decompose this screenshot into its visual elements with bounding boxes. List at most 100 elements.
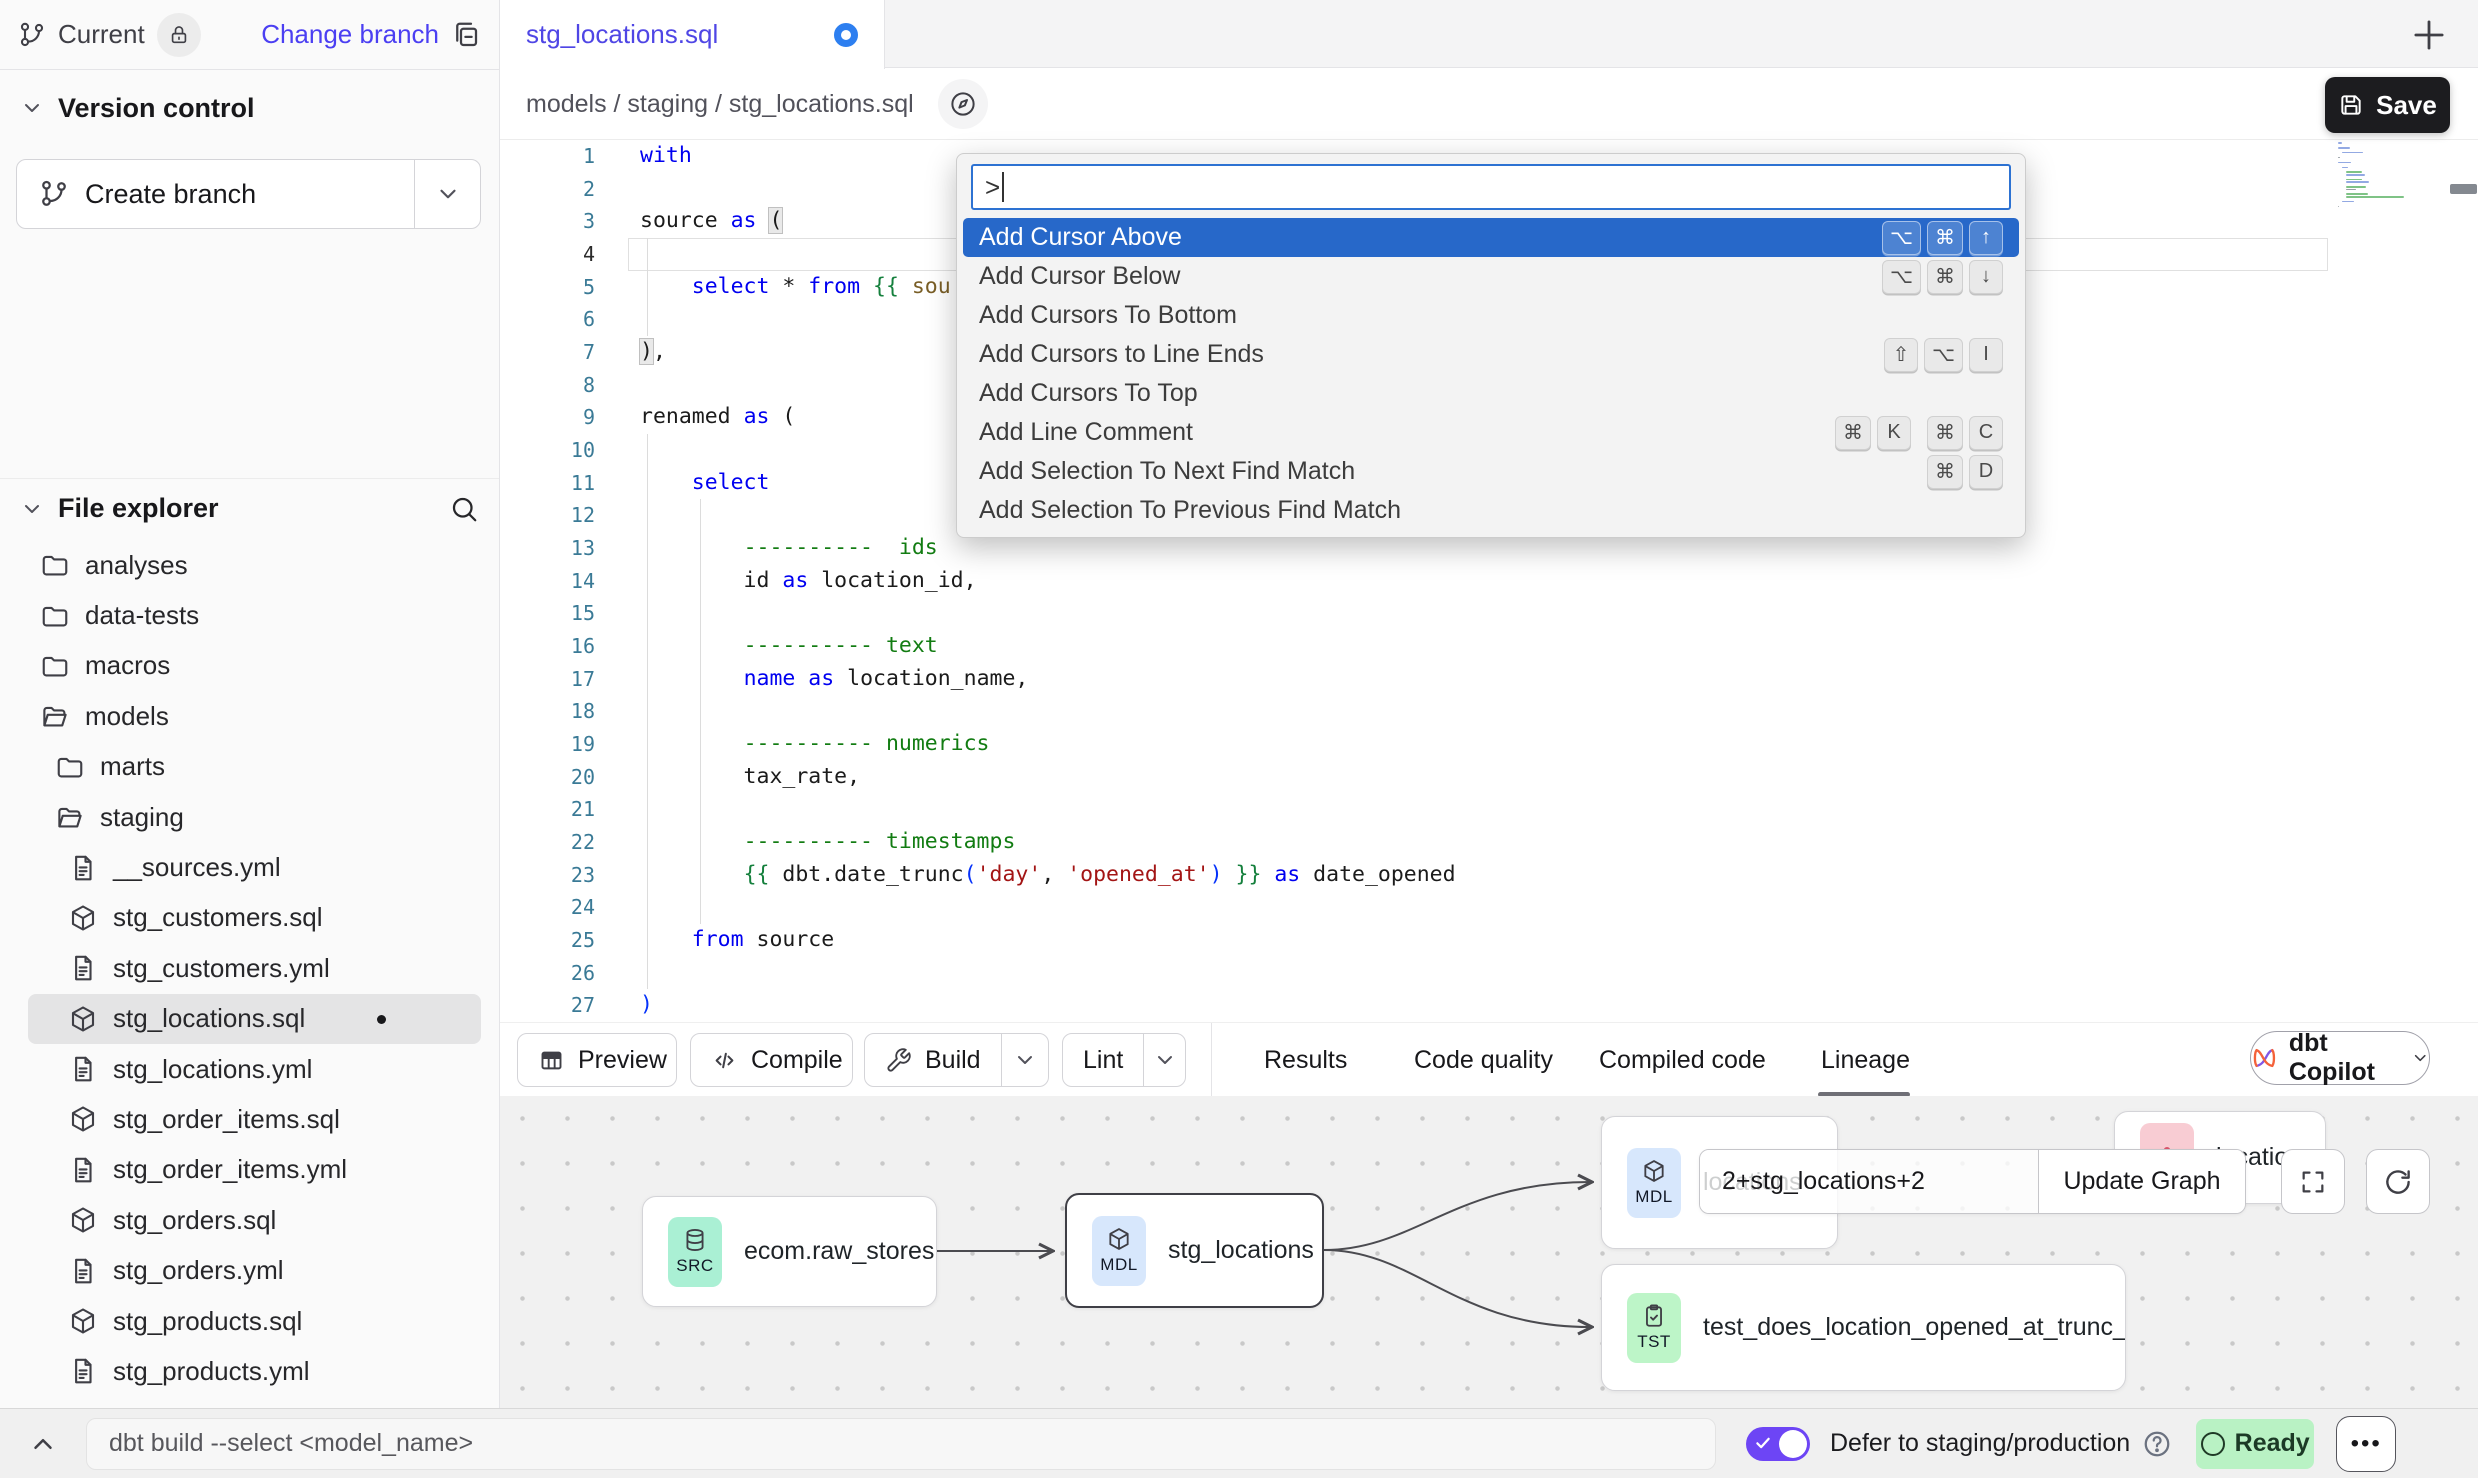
text-caret <box>1002 172 1004 202</box>
version-control-title: Version control <box>58 93 255 124</box>
file-item-stg-orders-sql[interactable]: stg_orders.sql <box>0 1195 499 1245</box>
lint-button[interactable]: Lint <box>1062 1033 1186 1087</box>
status-badge: Ready <box>2196 1419 2314 1469</box>
command-item-add-cursors-to-line-ends[interactable]: Add Cursors to Line Ends⇧⌥I <box>963 335 2019 374</box>
command-palette-input[interactable]: > <box>971 164 2011 210</box>
minimap[interactable] <box>2338 142 2428 222</box>
line-source: ), <box>640 336 666 369</box>
fullscreen-button[interactable] <box>2281 1149 2345 1214</box>
line-number: 9 <box>500 401 595 434</box>
command-item-add-selection-to-previous-find-match[interactable]: Add Selection To Previous Find Match <box>963 491 2019 530</box>
file-item-analyses[interactable]: analyses <box>0 540 499 590</box>
file-item-label: stg_products.yml <box>113 1356 310 1387</box>
file-item-stg-products-yml[interactable]: stg_products.yml <box>0 1346 499 1396</box>
dbt-command-text: dbt build --select <model_name> <box>109 1429 473 1458</box>
file-item-stg-order-items-sql[interactable]: stg_order_items.sql <box>0 1094 499 1144</box>
minimap-slider[interactable] <box>2450 184 2477 194</box>
graph-controls: 2+stg_locations+2 Update Graph <box>1699 1149 2246 1214</box>
code-line-15: 15 <box>500 597 2478 630</box>
file-explorer-header[interactable]: File explorer <box>0 478 499 538</box>
defer-toggle[interactable] <box>1746 1427 1810 1461</box>
preview-button[interactable]: Preview <box>517 1033 677 1087</box>
lineage-node-mdl-stg-locations[interactable]: MDLstg_locations <box>1065 1193 1324 1308</box>
node-badge-label: SRC <box>676 1256 713 1276</box>
line-source: select <box>640 467 769 500</box>
folder-open-icon <box>55 802 85 832</box>
tab-code-quality[interactable]: Code quality <box>1414 1023 1553 1097</box>
lineage-node-src-ecom-raw-stores[interactable]: SRCecom.raw_stores <box>642 1196 937 1307</box>
file-item-staging[interactable]: staging <box>0 792 499 842</box>
file-tree: analysesdata-testsmacros models martsstagi… <box>0 540 499 1397</box>
cube-icon <box>1106 1226 1132 1252</box>
command-item-add-cursors-to-top[interactable]: Add Cursors To Top <box>963 374 2019 413</box>
dbt-copilot-button[interactable]: dbt Copilot <box>2250 1031 2430 1085</box>
lint-dropdown[interactable] <box>1143 1034 1185 1086</box>
cube-icon <box>68 903 98 933</box>
file-item-marts[interactable]: marts <box>0 742 499 792</box>
node-badge: SRC <box>668 1217 722 1287</box>
command-item-add-cursor-above[interactable]: Add Cursor Above⌥⌘↑ <box>963 218 2019 257</box>
command-item-add-line-comment[interactable]: Add Line Comment⌘K⌘C <box>963 413 2019 452</box>
file-item-data-tests[interactable]: data-tests <box>0 590 499 640</box>
command-item-add-selection-to-next-find-match[interactable]: Add Selection To Next Find Match⌘D <box>963 452 2019 491</box>
file-item-stg-orders-yml[interactable]: stg_orders.yml <box>0 1245 499 1295</box>
compile-button[interactable]: Compile <box>690 1033 853 1087</box>
build-button[interactable]: Build <box>864 1033 1049 1087</box>
floppy-icon <box>2338 92 2364 118</box>
tab-stg-locations-sql[interactable]: stg_locations.sql <box>500 0 885 69</box>
file-item-stg-customers-sql[interactable]: stg_customers.sql <box>0 893 499 943</box>
line-number: 18 <box>500 695 595 728</box>
line-source: ---------- timestamps <box>640 826 1015 859</box>
line-source: ---------- ids <box>640 532 938 565</box>
file-item-stg-locations-yml[interactable]: stg_locations.yml <box>0 1044 499 1094</box>
branch-lock-badge <box>157 13 201 57</box>
graph-selector-input[interactable]: 2+stg_locations+2 <box>1700 1150 2038 1213</box>
line-source: ---------- text <box>640 630 938 663</box>
node-label: test_does_location_opened_at_trunc_t... <box>1703 1313 2125 1342</box>
doc-icon <box>68 953 98 983</box>
navigate-button[interactable] <box>938 79 988 129</box>
line-number: 11 <box>500 467 595 500</box>
line-number: 8 <box>500 369 595 402</box>
search-icon[interactable] <box>449 494 479 524</box>
build-dropdown[interactable] <box>1001 1034 1048 1086</box>
line-number: 24 <box>500 891 595 924</box>
tab-compiled-code[interactable]: Compiled code <box>1599 1023 1766 1097</box>
file-item-models[interactable]: models <box>0 691 499 741</box>
chevron-up-icon[interactable] <box>28 1429 58 1459</box>
command-item-add-cursor-below[interactable]: Add Cursor Below⌥⌘↓ <box>963 257 2019 296</box>
dbt-command-input[interactable]: dbt build --select <model_name> <box>86 1418 1716 1470</box>
file-item-stg-products-sql[interactable]: stg_products.sql <box>0 1296 499 1346</box>
tab-lineage[interactable]: Lineage <box>1821 1023 1910 1097</box>
help-icon[interactable] <box>2142 1429 2172 1459</box>
file-item-stg-order-items-yml[interactable]: stg_order_items.yml <box>0 1145 499 1195</box>
file-item-stg-customers-yml[interactable]: stg_customers.yml <box>0 943 499 993</box>
lineage-node-tst-test-does-location-opened-at-t[interactable]: TSTtest_does_location_opened_at_trunc_t.… <box>1601 1264 2126 1391</box>
doc-icon <box>68 1256 98 1286</box>
tab-title: stg_locations.sql <box>526 19 718 50</box>
create-branch-button[interactable]: Create branch <box>16 159 481 229</box>
breadcrumb-row: models / staging / stg_locations.sql <box>500 69 2478 140</box>
refresh-icon <box>2383 1167 2413 1197</box>
tab-results[interactable]: Results <box>1264 1023 1347 1097</box>
command-item-add-cursors-to-bottom[interactable]: Add Cursors To Bottom <box>963 296 2019 335</box>
code-line-24: 24 <box>500 891 2478 924</box>
version-control-header[interactable]: Version control <box>0 78 499 138</box>
save-button[interactable]: Save <box>2325 77 2450 133</box>
file-item-macros[interactable]: macros <box>0 641 499 691</box>
change-branch-link[interactable]: Change branch <box>261 19 439 50</box>
refresh-button[interactable] <box>2366 1149 2430 1214</box>
create-branch-dropdown[interactable] <box>414 160 480 228</box>
file-item-label: models <box>85 701 169 732</box>
copy-icon[interactable] <box>451 20 481 50</box>
keycap: K <box>1877 416 1911 450</box>
file-item-stg-locations-sql[interactable]: stg_locations.sql <box>28 994 481 1044</box>
update-graph-button[interactable]: Update Graph <box>2038 1150 2245 1213</box>
file-item--sources-yml[interactable]: __sources.yml <box>0 842 499 892</box>
command-item-add-selection-to-all-find-matches[interactable]: Add Selection To All Find Matches <box>963 530 2019 538</box>
save-label: Save <box>2376 90 2437 121</box>
ready-label: Ready <box>2235 1429 2310 1458</box>
new-tab-button[interactable] <box>2408 14 2450 56</box>
more-options-button[interactable]: ••• <box>2336 1416 2396 1472</box>
lineage-panel[interactable]: SRCecom.raw_storesMDLstg_locationsMDLloc… <box>500 1096 2478 1408</box>
